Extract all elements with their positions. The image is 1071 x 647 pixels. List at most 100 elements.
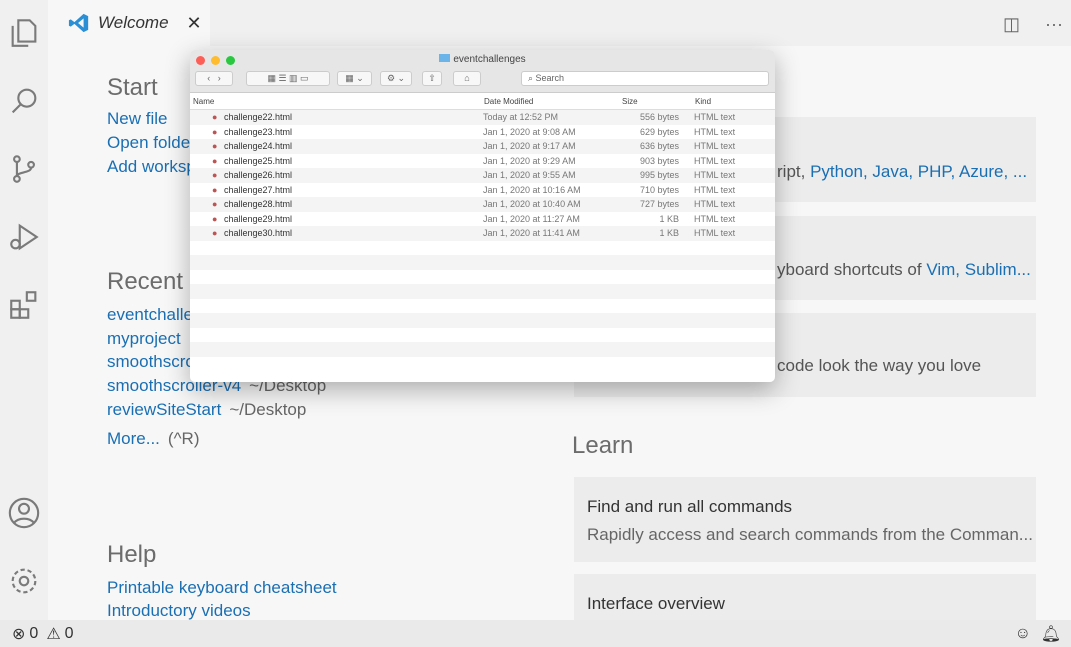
add-workspace-link[interactable]: Add worksp: [107, 157, 196, 177]
share-button[interactable]: ⇧: [422, 71, 442, 86]
open-folder-link[interactable]: Open folde: [107, 133, 190, 153]
file-row[interactable]: ● challenge22.html Today at 12:52 PM 556 by…: [190, 110, 775, 125]
html-file-icon: ●: [212, 199, 218, 209]
empty-row: [190, 357, 775, 372]
empty-row: [190, 255, 775, 270]
finder-toolbar: eventchallenges ‹ › ▦ ☰ ▥ ▭ ▦ ⌄ ⚙ ⌄ ⇧ ⌂ …: [190, 50, 775, 93]
vscode-logo-icon: [68, 13, 89, 33]
tab-title: Welcome: [98, 13, 169, 32]
file-kind: HTML text: [694, 170, 736, 180]
file-size: 903 bytes: [639, 155, 679, 166]
keyboard-cheatsheet-link[interactable]: Printable keyboard cheatsheet: [107, 578, 337, 598]
file-list: ● challenge22.html Today at 12:52 PM 556 by…: [190, 110, 775, 371]
split-editor-icon[interactable]: ◫: [1003, 14, 1020, 35]
recent-item[interactable]: myproject: [107, 329, 181, 349]
start-heading: Start: [107, 74, 158, 101]
tag-button[interactable]: ⌂: [453, 71, 481, 86]
finder-window: eventchallenges ‹ › ▦ ☰ ▥ ▭ ▦ ⌄ ⚙ ⌄ ⇧ ⌂ …: [190, 50, 775, 382]
activity-bar: [0, 0, 48, 620]
column-size[interactable]: Size: [622, 97, 638, 106]
file-row[interactable]: ● challenge24.html Jan 1, 2020 at 9:17 AM 6…: [190, 139, 775, 154]
warning-count[interactable]: 0: [65, 625, 74, 643]
file-date: Jan 1, 2020 at 9:08 AM: [483, 126, 576, 137]
file-size: 1 KB: [659, 228, 679, 238]
file-date: Today at 12:52 PM: [483, 112, 559, 122]
file-size: 995 bytes: [639, 170, 679, 180]
errors-icon[interactable]: ⊗: [12, 624, 25, 644]
file-name: challenge27.html: [224, 184, 293, 195]
file-date: Jan 1, 2020 at 9:29 AM: [483, 155, 576, 166]
html-file-icon: ●: [212, 126, 218, 137]
column-name[interactable]: Name: [193, 97, 214, 106]
file-date: Jan 1, 2020 at 10:16 AM: [483, 184, 581, 195]
file-row[interactable]: ● challenge23.html Jan 1, 2020 at 9:08 AM 6…: [190, 125, 775, 140]
explorer-icon[interactable]: [7, 16, 41, 50]
file-date: Jan 1, 2020 at 11:41 AM: [483, 228, 580, 238]
more-recent-link[interactable]: More... (^R): [107, 429, 199, 449]
empty-row: [190, 299, 775, 314]
search-input[interactable]: ⌕ Search: [521, 71, 769, 86]
source-control-icon[interactable]: [7, 152, 41, 186]
recent-heading: Recent: [107, 268, 184, 295]
new-file-link[interactable]: New file: [107, 109, 167, 129]
more-actions-icon[interactable]: ···: [1045, 14, 1063, 35]
help-heading: Help: [107, 541, 157, 568]
file-name: challenge25.html: [224, 155, 293, 166]
file-row[interactable]: ● challenge28.html Jan 1, 2020 at 10:40 AM…: [190, 197, 775, 212]
account-icon[interactable]: [7, 496, 41, 530]
warnings-icon[interactable]: ⚠: [46, 624, 60, 644]
html-file-icon: ●: [212, 213, 218, 224]
run-debug-icon[interactable]: [7, 220, 41, 254]
file-kind: HTML text: [694, 213, 736, 224]
file-name: challenge26.html: [224, 170, 293, 180]
html-file-icon: ●: [212, 141, 218, 151]
column-kind[interactable]: Kind: [695, 97, 711, 106]
file-kind: HTML text: [694, 228, 736, 238]
file-size: 710 bytes: [639, 184, 679, 195]
file-kind: HTML text: [694, 155, 736, 166]
file-row[interactable]: ● challenge29.html Jan 1, 2020 at 11:27 AM…: [190, 212, 775, 227]
group-button[interactable]: ▦ ⌄: [337, 71, 372, 86]
interface-overview-card[interactable]: Interface overview: [574, 574, 1036, 620]
file-kind: HTML text: [694, 112, 736, 122]
feedback-icon[interactable]: ☺: [1015, 625, 1031, 643]
empty-row: [190, 328, 775, 343]
extensions-icon[interactable]: [7, 288, 41, 322]
back-forward-buttons[interactable]: ‹ ›: [195, 71, 233, 86]
empty-row: [190, 241, 775, 256]
find-commands-card[interactable]: Find and run all commands Rapidly access …: [574, 477, 1036, 562]
file-row[interactable]: ● challenge25.html Jan 1, 2020 at 9:29 AM 9…: [190, 154, 775, 169]
file-row[interactable]: ● challenge27.html Jan 1, 2020 at 10:16 AM…: [190, 183, 775, 198]
file-kind: HTML text: [694, 184, 736, 195]
html-file-icon: ●: [212, 170, 218, 180]
html-file-icon: ●: [212, 112, 218, 122]
file-name: challenge23.html: [224, 126, 293, 137]
recent-item[interactable]: reviewSiteStart ~/Desktop: [107, 400, 306, 420]
close-tab-icon[interactable]: ✕: [187, 13, 202, 34]
file-row[interactable]: ● challenge30.html Jan 1, 2020 at 11:41 AM…: [190, 226, 775, 241]
file-name: challenge30.html: [224, 228, 293, 238]
error-count[interactable]: 0: [29, 625, 38, 643]
file-date: Jan 1, 2020 at 11:27 AM: [483, 213, 580, 224]
file-name: challenge24.html: [224, 141, 293, 151]
view-mode-buttons[interactable]: ▦ ☰ ▥ ▭: [246, 71, 330, 86]
introductory-videos-link[interactable]: Introductory videos: [107, 601, 251, 621]
file-row[interactable]: ● challenge26.html Jan 1, 2020 at 9:55 AM 9…: [190, 168, 775, 183]
search-icon[interactable]: [7, 84, 41, 118]
tab-welcome[interactable]: Welcome ✕: [48, 0, 210, 46]
file-name: challenge28.html: [224, 199, 293, 209]
file-size: 629 bytes: [639, 126, 679, 137]
column-date[interactable]: Date Modified: [484, 97, 533, 106]
settings-gear-icon[interactable]: [7, 564, 41, 598]
file-size: 636 bytes: [639, 141, 679, 151]
file-name: challenge22.html: [224, 112, 293, 122]
recent-item[interactable]: smoothscro: [107, 352, 195, 372]
notifications-bell-icon[interactable]: 🔔︎: [1041, 624, 1061, 644]
action-gear-button[interactable]: ⚙ ⌄: [380, 71, 412, 86]
learn-heading: Learn: [572, 432, 634, 459]
file-size: 727 bytes: [639, 199, 679, 209]
recent-item[interactable]: eventchalle: [107, 305, 193, 325]
empty-row: [190, 342, 775, 357]
column-header: Name Date Modified Size Kind: [190, 93, 775, 110]
tab-bar: Welcome ✕ ◫ ···: [48, 0, 1071, 46]
